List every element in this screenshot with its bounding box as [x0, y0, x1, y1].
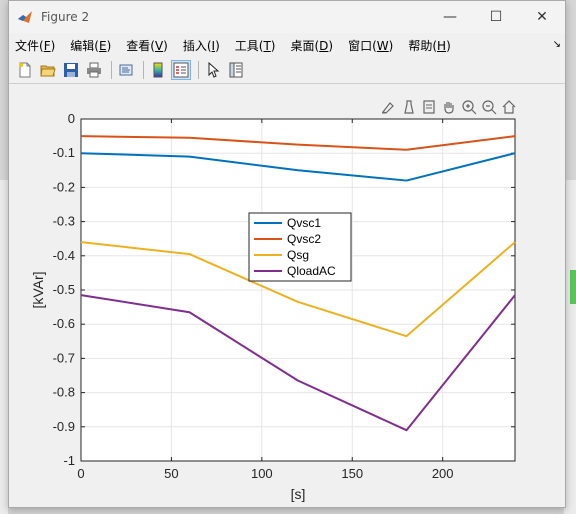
save-button[interactable] — [61, 60, 81, 80]
menu-view[interactable]: 查看(V) — [126, 37, 168, 54]
y-tick-label: -0.9 — [53, 419, 75, 434]
y-tick-label: -0.2 — [53, 179, 75, 194]
figure-toolbar — [9, 57, 565, 84]
legend-label: Qvsc2 — [287, 232, 321, 246]
data-cursor-icon[interactable] — [404, 100, 414, 114]
x-tick-label: 150 — [341, 466, 363, 481]
x-tick-label: 100 — [251, 466, 273, 481]
zoom-out-icon[interactable] — [482, 100, 497, 115]
legend-label: Qvsc1 — [287, 216, 321, 230]
new-figure-button[interactable] — [15, 60, 35, 80]
background-green-marker — [570, 270, 576, 304]
y-tick-label: -0.4 — [53, 248, 75, 263]
minimize-icon: — — [443, 9, 457, 25]
restore-icon[interactable] — [423, 100, 435, 114]
x-axis-label: [s] — [291, 486, 306, 502]
zoom-in-icon[interactable] — [462, 100, 477, 115]
y-tick-label: -0.5 — [53, 282, 75, 297]
maximize-icon: ☐ — [489, 9, 503, 25]
property-editor-icon — [229, 62, 243, 78]
y-tick-label: -0.7 — [53, 350, 75, 365]
colorbar-button[interactable] — [148, 60, 168, 80]
link-icon — [119, 64, 133, 76]
x-tick-label: 50 — [164, 466, 178, 481]
menu-desktop[interactable]: 桌面(D) — [290, 37, 333, 54]
y-tick-label: -0.3 — [53, 214, 75, 229]
new-figure-icon — [19, 62, 31, 78]
x-tick-label: 0 — [77, 466, 84, 481]
menu-insert[interactable]: 插入(I) — [183, 37, 220, 54]
figure-canvas: 0 50 100 150 200 0 -0.1 -0.2 -0.3 -0.4 -0.5 -0.6 -0.… — [9, 85, 565, 507]
line-chart: 0 50 100 150 200 0 -0.1 -0.2 -0.3 -0.4 -0.5 -0.6 -0.… — [30, 100, 516, 502]
y-tick-label: -1 — [63, 453, 75, 468]
legend-label: Qsg — [287, 248, 309, 262]
toolbar-separator — [143, 61, 144, 79]
maximize-button[interactable]: ☐ — [473, 1, 519, 33]
y-tick-label: 0 — [68, 111, 75, 126]
menu-window[interactable]: 窗口(W) — [348, 37, 393, 54]
print-button[interactable] — [84, 60, 104, 80]
pointer-button[interactable] — [203, 60, 223, 80]
menu-bar: 文件(F) 编辑(E) 查看(V) 插入(I) 工具(T) 桌面(D) 窗口(W… — [9, 33, 565, 57]
title-bar: Figure 2 — ☐ ✕ — [9, 1, 565, 33]
minimize-button[interactable]: — — [427, 1, 473, 33]
open-folder-icon — [40, 65, 56, 77]
home-icon[interactable] — [502, 100, 516, 114]
menu-edit[interactable]: 编辑(E) — [70, 37, 111, 54]
menu-help[interactable]: 帮助(H) — [408, 37, 450, 54]
y-tick-label: -0.1 — [53, 145, 75, 160]
window-title: Figure 2 — [41, 10, 90, 24]
brush-icon[interactable] — [382, 102, 394, 114]
close-icon: ✕ — [536, 9, 548, 25]
property-editor-button[interactable] — [226, 60, 246, 80]
dock-arrow-icon[interactable]: ↘ — [553, 39, 561, 50]
menu-tools[interactable]: 工具(T) — [235, 37, 276, 54]
legend-icon — [173, 62, 189, 78]
figure-window: Figure 2 — ☐ ✕ 文件(F) 编辑(E) 查看(V) 插入(I) 工… — [8, 0, 566, 508]
pointer-icon — [208, 62, 220, 78]
matlab-icon — [18, 11, 32, 23]
legend-label: QloadAC — [287, 264, 336, 278]
close-button[interactable]: ✕ — [519, 1, 565, 33]
x-tick-label: 200 — [432, 466, 454, 481]
save-icon — [64, 63, 78, 77]
toolbar-separator — [198, 61, 199, 79]
y-tick-label: -0.8 — [53, 385, 75, 400]
legend-button[interactable] — [171, 60, 191, 80]
print-icon — [87, 62, 101, 78]
toolbar-separator — [111, 61, 112, 79]
pan-icon[interactable] — [444, 102, 454, 114]
y-axis-label: [kVAr] — [30, 271, 46, 308]
y-tick-label: -0.6 — [53, 316, 75, 331]
link-button[interactable] — [116, 60, 136, 80]
menu-file[interactable]: 文件(F) — [15, 37, 55, 54]
open-button[interactable] — [38, 60, 58, 80]
colorbar-icon — [153, 62, 163, 78]
